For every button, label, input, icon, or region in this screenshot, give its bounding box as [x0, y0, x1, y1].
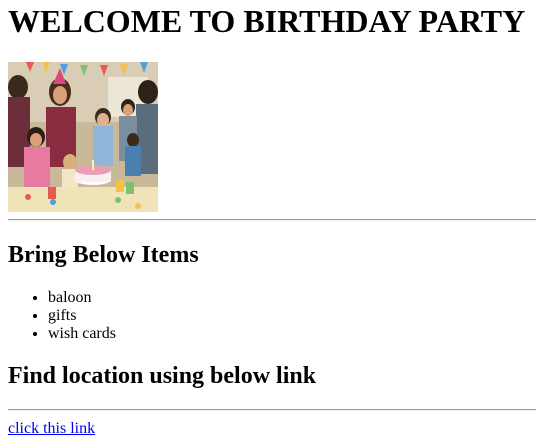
location-heading: Find location using below link — [8, 363, 317, 389]
list-item: baloon — [48, 289, 116, 307]
divider-bottom — [8, 409, 536, 411]
items-heading: Bring Below Items — [8, 242, 199, 268]
list-item: wish cards — [48, 325, 116, 343]
items-list: baloon gifts wish cards — [8, 289, 116, 343]
birthday-party-photo — [8, 62, 158, 212]
page-title: WELCOME TO BIRTHDAY PARTY — [8, 3, 526, 39]
divider-top — [8, 219, 536, 221]
location-link[interactable]: click this link — [8, 420, 95, 438]
list-item: gifts — [48, 307, 116, 325]
